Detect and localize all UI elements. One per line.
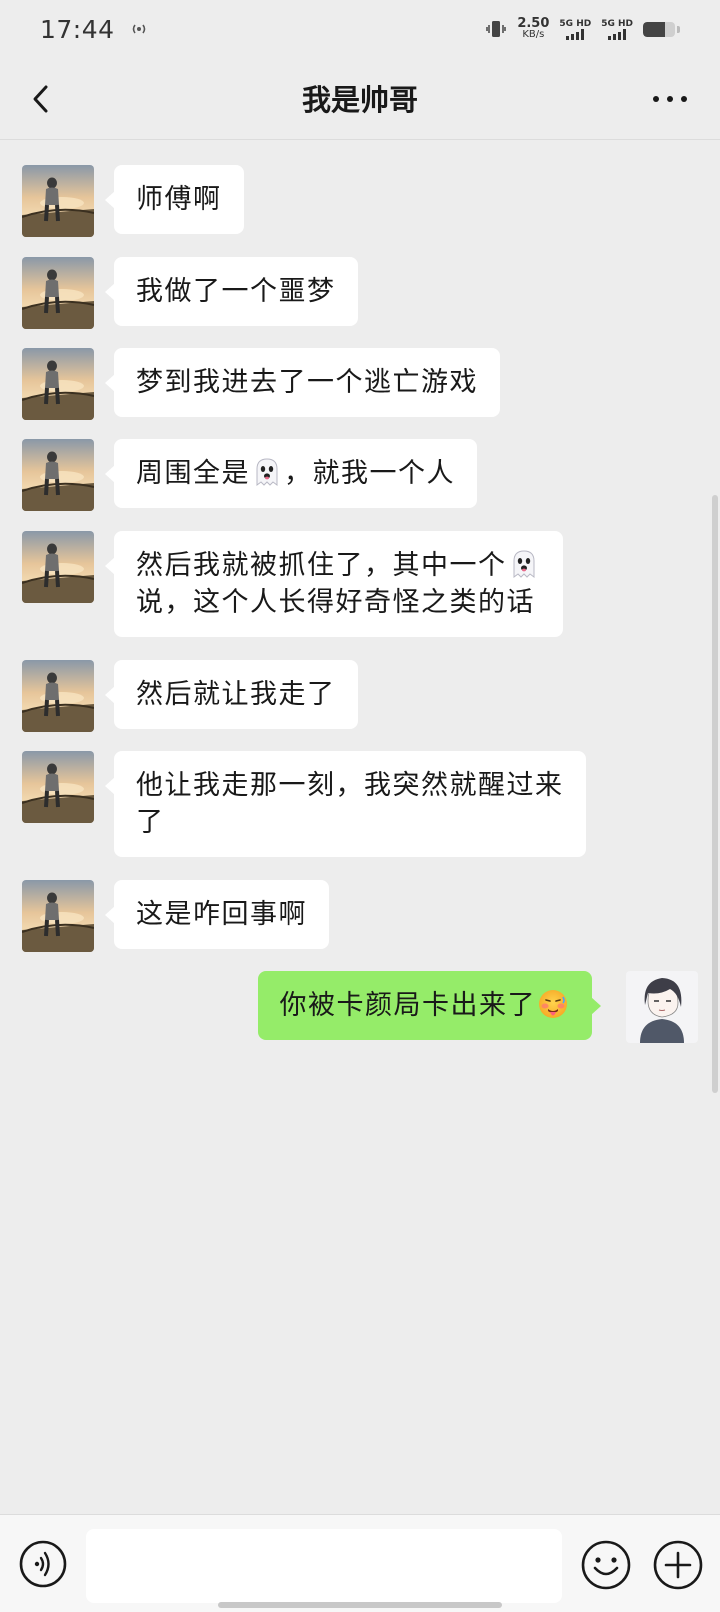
incoming-message-bubble[interactable]: 然后我就被抓住了，其中一个 说，这个人长得好奇怪之类的话 xyxy=(105,531,563,637)
incoming-message-bubble[interactable]: 周围全是 ，就我一个人 xyxy=(105,439,477,508)
contact-avatar[interactable] xyxy=(22,165,94,237)
incoming-message-bubble[interactable]: 这是咋回事啊 xyxy=(105,880,329,949)
message-text: 他让我走那一刻，我突然就醒过来 xyxy=(136,770,564,801)
message-text: 然后就让我走了 xyxy=(136,679,336,710)
chat-header: 我是帅哥 xyxy=(0,58,720,140)
outgoing-message-bubble[interactable]: 你被卡颜局卡出来了 xyxy=(257,971,601,1040)
sim1-signal: 5G HD xyxy=(559,19,591,40)
message-text: 你被卡颜局卡出来了 xyxy=(280,987,571,1024)
status-bar: 17:44 2.50 KB/s 5G HD 5G HD xyxy=(0,0,720,58)
contact-avatar[interactable] xyxy=(22,751,94,823)
message-text: 周围全是 ，就我一个人 xyxy=(136,455,455,492)
net-speed: 2.50 KB/s xyxy=(517,16,550,40)
my-avatar[interactable] xyxy=(626,971,698,1043)
message-text: 师傅啊 xyxy=(136,184,222,215)
contact-avatar[interactable] xyxy=(22,660,94,732)
contact-avatar[interactable] xyxy=(22,348,94,420)
message-text: 梦到我进去了一个逃亡游戏 xyxy=(136,367,478,398)
incoming-message-bubble[interactable]: 他让我走那一刻，我突然就醒过来了 xyxy=(105,751,586,857)
contact-avatar[interactable] xyxy=(22,531,94,603)
status-time: 17:44 xyxy=(40,14,115,44)
sim2-signal: 5G HD xyxy=(601,19,633,40)
ghost-emoji xyxy=(513,550,534,578)
vibrate-icon xyxy=(486,21,507,37)
incoming-message-bubble[interactable]: 我做了一个噩梦 xyxy=(105,257,358,326)
emoji-smile-icon[interactable] xyxy=(580,1539,632,1591)
plus-circle-icon[interactable] xyxy=(652,1539,704,1591)
battery-icon xyxy=(643,21,675,37)
chat-title: 我是帅哥 xyxy=(301,83,418,117)
message-text: 了 xyxy=(136,807,165,838)
contact-avatar[interactable] xyxy=(22,880,94,952)
message-text: 我做了一个噩梦 xyxy=(136,276,336,307)
message-input[interactable] xyxy=(86,1529,562,1603)
message-text: 然后我就被抓住了，其中一个 xyxy=(136,547,541,584)
home-indicator[interactable] xyxy=(218,1602,502,1608)
input-bar xyxy=(0,1514,720,1612)
contact-avatar[interactable] xyxy=(22,439,94,511)
message-text: 这是咋回事啊 xyxy=(136,899,307,930)
incoming-message-bubble[interactable]: 然后就让我走了 xyxy=(105,660,358,729)
ghost-emoji xyxy=(256,458,278,486)
scrollbar[interactable] xyxy=(712,495,718,1093)
voice-icon[interactable] xyxy=(18,1539,68,1589)
message-text: 说，这个人长得好奇怪之类的话 xyxy=(136,587,535,618)
more-dots-icon[interactable] xyxy=(650,86,690,112)
incoming-message-bubble[interactable]: 梦到我进去了一个逃亡游戏 xyxy=(105,348,500,417)
signal-wave-icon xyxy=(132,24,145,34)
hot-face-emoji xyxy=(539,990,567,1018)
contact-avatar[interactable] xyxy=(22,257,94,329)
incoming-message-bubble[interactable]: 师傅啊 xyxy=(105,165,244,234)
